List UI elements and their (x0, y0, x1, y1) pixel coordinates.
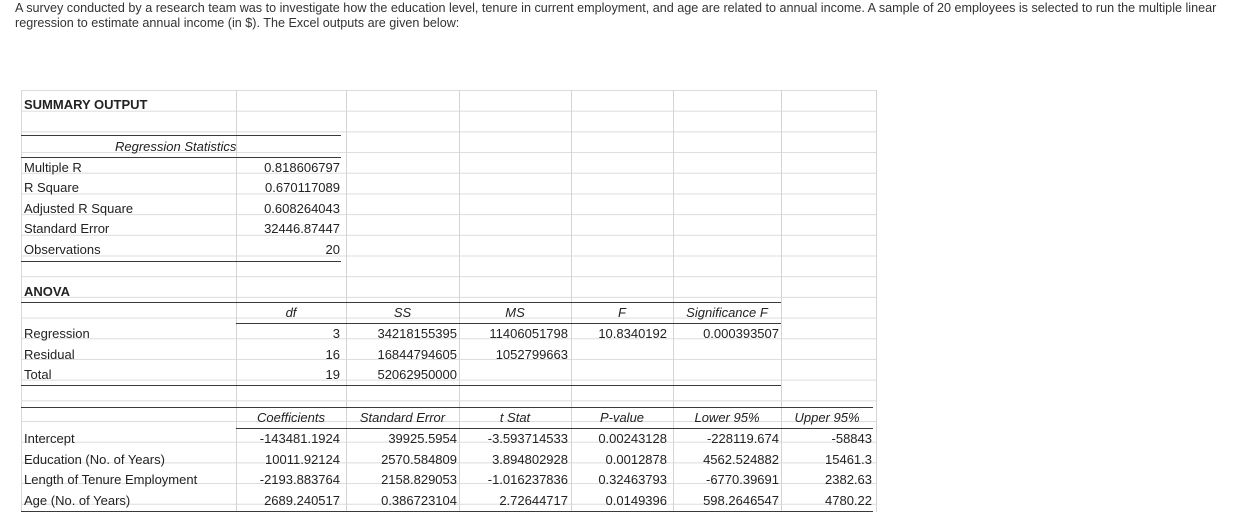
table-rule (21, 385, 781, 386)
coef-value: 10011.92124 (265, 452, 340, 467)
coef-lower-95: 598.2646547 (703, 493, 779, 508)
coef-p-value: 0.0012878 (605, 452, 667, 467)
coef-upper-95: -58843 (831, 431, 872, 446)
stat-value: 0.608264043 (264, 201, 340, 216)
anova-ms: 1052799663 (495, 347, 568, 362)
coef-header-coefficients: Coefficients (257, 410, 325, 425)
anova-ss: 34218155395 (377, 326, 457, 341)
stat-label: Observations (24, 242, 101, 257)
stat-value: 20 (325, 242, 340, 257)
table-rule (21, 261, 341, 262)
coef-p-value: 0.0149396 (605, 493, 667, 508)
column-divider (876, 90, 877, 512)
stat-label: R Square (24, 180, 79, 195)
anova-row-label: Total (24, 367, 52, 382)
coef-header-lower-95: Lower 95% (694, 410, 760, 425)
anova-ss: 16844794605 (377, 347, 457, 362)
summary-output-title: SUMMARY OUTPUT (24, 97, 148, 112)
stat-value: 0.670117089 (265, 180, 340, 195)
coef-lower-95: 4562.524882 (703, 452, 779, 467)
coef-standard-error: 2158.829053 (381, 472, 457, 487)
coef-header-standard-error: Standard Error (359, 410, 446, 425)
stat-value: 0.818606797 (264, 160, 340, 175)
stat-value: 32446.87447 (264, 221, 340, 236)
coef-p-value: 0.32463793 (598, 472, 667, 487)
anova-f: 10.8340192 (598, 326, 667, 341)
anova-df: 3 (332, 326, 340, 341)
coef-p-value: 0.00243128 (598, 431, 667, 446)
table-rule (21, 511, 873, 512)
coef-row-label: Age (No. of Years) (24, 493, 131, 508)
coef-value: 2689.240517 (264, 493, 340, 508)
coef-header-p-value: P-value (599, 410, 645, 425)
stat-label: Multiple R (24, 160, 82, 175)
anova-header-significance-f: Significance F (686, 305, 768, 320)
anova-significance-f: 0.000393507 (703, 326, 779, 341)
coef-upper-95: 4780.22 (825, 493, 872, 508)
anova-title: ANOVA (24, 284, 70, 299)
anova-ss: 52062950000 (377, 367, 457, 382)
coef-lower-95: -228119.674 (706, 431, 779, 446)
anova-ms: 11406051798 (489, 326, 568, 341)
regression-statistics-header: Regression Statistics (115, 139, 237, 154)
stat-label: Standard Error (24, 221, 110, 236)
coef-row-label: Length of Tenure Employment (24, 472, 198, 487)
stat-label: Adjusted R Square (24, 201, 134, 216)
coef-value: -143481.1924 (259, 431, 340, 446)
coef-standard-error: 2570.584809 (381, 452, 457, 467)
anova-row-label: Regression (24, 326, 90, 341)
intro-paragraph: A survey conducted by a research team wa… (15, 1, 1217, 30)
table-rule (21, 135, 341, 136)
coef-standard-error: 39925.5954 (388, 431, 457, 446)
coef-upper-95: 2382.63 (825, 472, 872, 487)
anova-header-df: df (285, 305, 297, 320)
anova-header-ss: SS (393, 305, 412, 320)
coef-t-stat: -1.016237836 (487, 472, 568, 487)
anova-df: 16 (325, 347, 340, 362)
coef-t-stat: -3.593714533 (487, 431, 568, 446)
anova-df: 19 (325, 367, 340, 382)
anova-header-ms: MS (505, 305, 525, 320)
coef-header-t-stat: t Stat (499, 410, 531, 425)
coef-row-label: Education (No. of Years) (24, 452, 165, 467)
coef-t-stat: 3.894802928 (492, 452, 568, 467)
coef-value: -2193.883764 (259, 472, 340, 487)
coef-t-stat: 2.72644717 (499, 493, 568, 508)
coef-header-upper-95: Upper 95% (794, 410, 860, 425)
coef-lower-95: -6770.39691 (705, 472, 779, 487)
coef-upper-95: 15461.3 (825, 452, 872, 467)
anova-header-f: F (618, 305, 626, 320)
anova-row-label: Residual (24, 347, 75, 362)
coef-row-label: Intercept (24, 431, 75, 446)
coef-standard-error: 0.386723104 (381, 493, 457, 508)
